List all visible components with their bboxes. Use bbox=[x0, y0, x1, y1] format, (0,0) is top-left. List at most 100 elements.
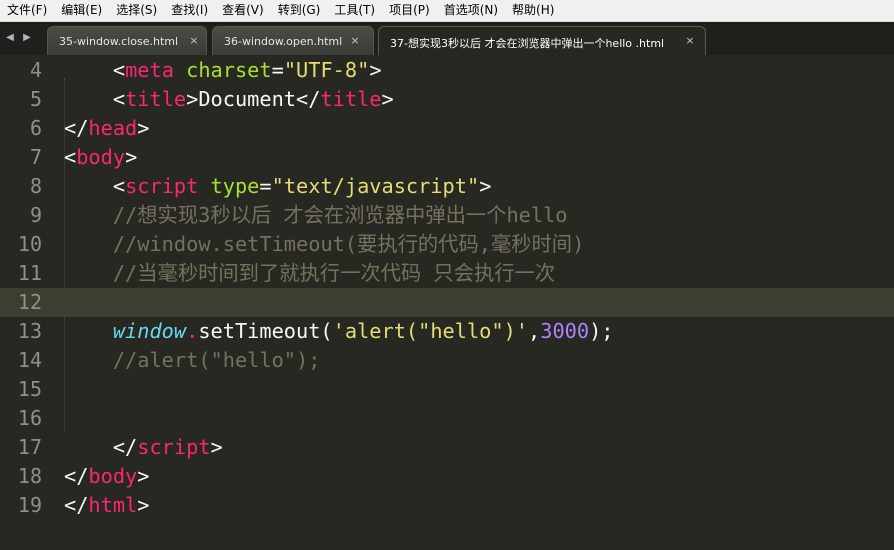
code-line[interactable]: 10 //window.setTimeout(要执行的代码,毫秒时间) bbox=[0, 230, 894, 259]
menu-preferences[interactable]: 首选项(N) bbox=[437, 0, 505, 21]
code-token: script bbox=[125, 174, 199, 198]
tab-bar: ◀ ▶ 35-window.close.html × 36-window.ope… bbox=[0, 22, 894, 55]
menu-selection[interactable]: 选择(S) bbox=[109, 0, 164, 21]
line-number: 16 bbox=[17, 406, 42, 430]
code-token: </ bbox=[64, 116, 89, 140]
code-line[interactable]: 18 </body> bbox=[0, 462, 894, 491]
chevron-left-icon[interactable]: ◀ bbox=[5, 31, 15, 45]
code-line[interactable]: 11 //当毫秒时间到了就执行一次代码 只会执行一次 bbox=[0, 259, 894, 288]
code-token: 3000 bbox=[540, 319, 590, 343]
code-text: window.setTimeout('alert("hello")',3000)… bbox=[64, 317, 614, 346]
code-token: = bbox=[271, 58, 284, 82]
menu-view[interactable]: 查看(V) bbox=[215, 0, 271, 21]
code-text: </html> bbox=[64, 491, 149, 520]
line-number: 8 bbox=[29, 174, 42, 198]
code-token: //window.setTimeout(要执行的代码,毫秒时间) bbox=[64, 232, 585, 256]
code-line[interactable]: 5 <title>Document</title> bbox=[0, 85, 894, 114]
code-token: < bbox=[64, 174, 126, 198]
code-editor[interactable]: 4 <meta charset="UTF-8"> 5 <title>Documen… bbox=[0, 55, 894, 550]
code-line[interactable]: 19 </html> bbox=[0, 491, 894, 520]
code-token: html bbox=[88, 493, 138, 517]
menu-project[interactable]: 项目(P) bbox=[382, 0, 437, 21]
code-line[interactable]: 14 //alert("hello"); bbox=[0, 346, 894, 375]
code-token: //想实现3秒以后 才会在浏览器中弹出一个hello bbox=[64, 203, 568, 227]
code-line[interactable]: 12 bbox=[0, 288, 894, 317]
menu-help[interactable]: 帮助(H) bbox=[505, 0, 561, 21]
menu-find[interactable]: 查找(I) bbox=[164, 0, 215, 21]
tab-36-window-open[interactable]: 36-window.open.html × bbox=[212, 26, 374, 55]
code-token: < bbox=[64, 145, 77, 169]
code-token: > bbox=[479, 174, 492, 198]
code-line[interactable]: 9 //想实现3秒以后 才会在浏览器中弹出一个hello bbox=[0, 201, 894, 230]
chevron-right-icon[interactable]: ▶ bbox=[22, 31, 32, 45]
tab-label: 35-window.close.html bbox=[59, 35, 179, 48]
menu-edit[interactable]: 编辑(E) bbox=[54, 0, 109, 21]
code-line[interactable]: 4 <meta charset="UTF-8"> bbox=[0, 56, 894, 85]
code-token: > bbox=[137, 464, 150, 488]
line-number: 11 bbox=[17, 261, 42, 285]
code-text: </head> bbox=[64, 114, 149, 143]
close-icon[interactable]: × bbox=[685, 34, 695, 48]
line-number: 6 bbox=[29, 116, 42, 140]
code-line[interactable]: 7 <body> bbox=[0, 143, 894, 172]
menu-file[interactable]: 文件(F) bbox=[0, 0, 54, 21]
code-line[interactable]: 6 </head> bbox=[0, 114, 894, 143]
code-token: </ bbox=[64, 435, 138, 459]
line-number: 17 bbox=[17, 435, 42, 459]
code-token: < bbox=[64, 87, 126, 111]
menu-bar: 文件(F) 编辑(E) 选择(S) 查找(I) 查看(V) 转到(G) 工具(T… bbox=[0, 0, 894, 22]
code-token: body bbox=[76, 145, 126, 169]
code-text: //想实现3秒以后 才会在浏览器中弹出一个hello bbox=[64, 201, 568, 230]
tab-35-window-close[interactable]: 35-window.close.html × bbox=[47, 26, 207, 55]
code-line[interactable]: 16 bbox=[0, 404, 894, 433]
code-text: <title>Document</title> bbox=[64, 85, 394, 114]
code-token: > bbox=[137, 493, 150, 517]
code-line[interactable]: 13 window.setTimeout('alert("hello")',30… bbox=[0, 317, 894, 346]
code-token: , bbox=[528, 319, 541, 343]
code-token: "text/javascript" bbox=[271, 174, 480, 198]
code-line[interactable]: 15 bbox=[0, 375, 894, 404]
close-icon[interactable]: × bbox=[189, 34, 199, 48]
code-token: meta bbox=[125, 58, 174, 82]
code-token: > bbox=[125, 145, 138, 169]
code-token: charset bbox=[186, 58, 272, 82]
tab-37-settimeout-active[interactable]: 37-想实现3秒以后 才会在浏览器中弹出一个hello .html × bbox=[378, 26, 706, 55]
code-text: <meta charset="UTF-8"> bbox=[64, 56, 382, 85]
code-token: > bbox=[137, 116, 150, 140]
code-text: </script> bbox=[64, 433, 223, 462]
line-number: 7 bbox=[29, 145, 42, 169]
code-token: body bbox=[88, 464, 138, 488]
code-token: = bbox=[259, 174, 272, 198]
code-token: </ bbox=[64, 464, 89, 488]
code-token: title bbox=[125, 87, 187, 111]
line-number: 19 bbox=[17, 493, 42, 517]
close-icon[interactable]: × bbox=[350, 34, 360, 48]
code-token: 'alert("hello")' bbox=[332, 319, 529, 343]
menu-tools[interactable]: 工具(T) bbox=[327, 0, 382, 21]
code-token: setTimeout( bbox=[198, 319, 333, 343]
code-text: //当毫秒时间到了就执行一次代码 只会执行一次 bbox=[64, 259, 555, 288]
menu-goto[interactable]: 转到(G) bbox=[271, 0, 328, 21]
line-number: 4 bbox=[29, 58, 42, 82]
line-number: 9 bbox=[29, 203, 42, 227]
code-token: > bbox=[381, 87, 394, 111]
tab-label: 37-想实现3秒以后 才会在浏览器中弹出一个hello .html bbox=[390, 37, 665, 50]
line-number: 18 bbox=[17, 464, 42, 488]
code-token: < bbox=[64, 58, 126, 82]
code-token: window bbox=[112, 319, 187, 343]
code-token: </ bbox=[64, 493, 89, 517]
code-token: head bbox=[88, 116, 138, 140]
code-line[interactable]: 17 </script> bbox=[0, 433, 894, 462]
code-text: //alert("hello"); bbox=[64, 346, 321, 375]
line-number: 13 bbox=[17, 319, 42, 343]
line-number: 14 bbox=[17, 348, 42, 372]
code-token: //alert("hello"); bbox=[64, 348, 321, 372]
code-text: <script type="text/javascript"> bbox=[64, 172, 492, 201]
code-line[interactable]: 8 <script type="text/javascript"> bbox=[0, 172, 894, 201]
code-token: >Document</ bbox=[186, 87, 321, 111]
code-token: title bbox=[320, 87, 382, 111]
code-token: ); bbox=[589, 319, 614, 343]
